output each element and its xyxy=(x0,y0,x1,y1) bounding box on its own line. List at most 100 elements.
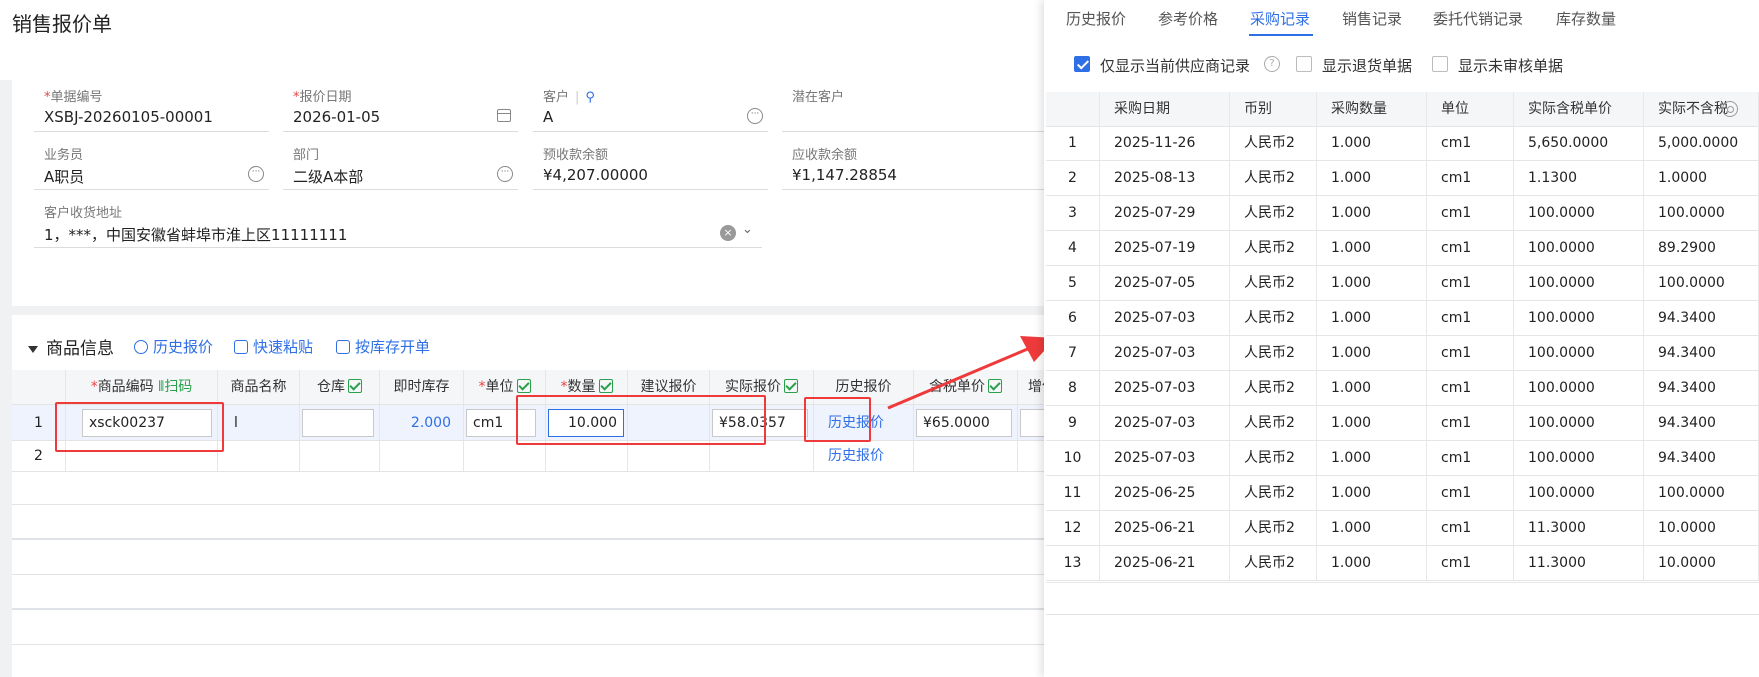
col-actual-tax-price-cell: 11.3000 xyxy=(1514,546,1644,580)
col-purchase-date-cell: 2025-08-13 xyxy=(1100,161,1230,195)
show-unaudited-checkbox[interactable] xyxy=(1432,56,1448,72)
tab-consignment-record[interactable]: 委托代销记录 xyxy=(1433,8,1523,29)
quick-paste-tool-label: 快速粘贴 xyxy=(253,338,314,356)
advance-balance-label: 预收款余额 xyxy=(543,148,609,163)
ellipsis-icon[interactable]: ··· xyxy=(248,166,264,182)
col-unit-cell: cm1 xyxy=(1427,301,1514,335)
potential-customer-label: 潜在客户 xyxy=(792,90,845,105)
table-row[interactable]: 13 2025-06-21 人民币2 1.000 cm1 11.3000 10.0000 xyxy=(1046,546,1759,581)
ellipsis-icon[interactable]: ··· xyxy=(497,166,513,182)
table-row[interactable]: 8 2025-07-03 人民币2 1.000 cm1 100.0000 94.3400 xyxy=(1046,371,1759,406)
divider xyxy=(1046,614,1759,615)
check-icon[interactable] xyxy=(348,379,362,393)
clock-icon xyxy=(134,340,148,354)
table-row[interactable]: 11 2025-06-25 人民币2 1.000 cm1 100.0000 100.0000 xyxy=(1046,476,1759,511)
col-index-cell: 13 xyxy=(1046,546,1100,580)
check-icon[interactable] xyxy=(516,379,531,393)
col-actual-net-price-cell: 94.3400 xyxy=(1644,301,1759,335)
advance-balance-value: ¥4,207.00000 xyxy=(543,166,648,184)
clear-icon[interactable]: × xyxy=(720,225,736,241)
quick-paste-tool[interactable]: 快速粘贴 xyxy=(234,336,313,357)
chevron-down-icon[interactable]: ⌄ xyxy=(742,222,753,237)
col-index-cell: 6 xyxy=(1046,301,1100,335)
col-actual-net-price-cell: 94.3400 xyxy=(1644,371,1759,405)
tab-purchase-record[interactable]: 采购记录 xyxy=(1250,8,1310,29)
table-row[interactable]: 2 2025-08-13 人民币2 1.000 cm1 1.1300 1.0000 xyxy=(1046,161,1759,196)
col-actual-tax-price-cell: 100.0000 xyxy=(1514,406,1644,440)
table-row[interactable]: 12 2025-06-21 人民币2 1.000 cm1 11.3000 10.0000 xyxy=(1046,511,1759,546)
col-unit-cell: cm1 xyxy=(1427,406,1514,440)
col-index-cell: 3 xyxy=(1046,196,1100,230)
history-quote-link[interactable]: 历史报价 xyxy=(814,441,914,471)
col-index-cell: 4 xyxy=(1046,231,1100,265)
table-row[interactable]: 6 2025-07-03 人民币2 1.000 cm1 100.0000 94.3400 xyxy=(1046,301,1759,336)
show-returns-checkbox[interactable] xyxy=(1296,56,1312,72)
salesperson-field[interactable]: 业务员 A职员 ··· xyxy=(34,138,269,190)
col-purchase-qty-cell: 1.000 xyxy=(1317,336,1427,370)
col-purchase-date-cell: 2025-06-21 xyxy=(1100,546,1230,580)
col-index-cell: 8 xyxy=(1046,371,1100,405)
col-qty-label: 数量 xyxy=(567,379,596,395)
col-actual-tax-price-cell: 5,650.0000 xyxy=(1514,126,1644,160)
annotation-box-qty-price xyxy=(516,395,766,445)
check-icon[interactable] xyxy=(598,379,613,393)
table-row[interactable]: 5 2025-07-05 人民币2 1.000 cm1 100.0000 100.0000 xyxy=(1046,266,1759,301)
history-quote-tool[interactable]: 历史报价 xyxy=(134,336,213,357)
doc-no-field[interactable]: *单据编号 XSBJ-20260105-00001 xyxy=(34,80,269,132)
stock-cell: 2.000 xyxy=(380,405,464,440)
col-actual-tax-price-cell: 11.3000 xyxy=(1514,511,1644,545)
current-supplier-checkbox[interactable] xyxy=(1074,56,1090,72)
col-purchase-qty-cell: 1.000 xyxy=(1317,441,1427,475)
col-actual-label: 实际报价 xyxy=(725,379,781,395)
col-purchase-qty-cell: 1.000 xyxy=(1317,231,1427,265)
table-row[interactable]: 9 2025-07-03 人民币2 1.000 cm1 100.0000 94.3400 xyxy=(1046,406,1759,441)
col-currency-cell: 人民币2 xyxy=(1230,371,1317,405)
quote-date-field[interactable]: *报价日期 2026-01-05 xyxy=(283,80,518,132)
col-currency-cell: 人民币2 xyxy=(1230,546,1317,580)
page-title: 销售报价单 xyxy=(12,12,112,36)
customer-link-icon[interactable]: ⚲ xyxy=(585,90,595,105)
tab-stock-quantity[interactable]: 库存数量 xyxy=(1556,8,1616,29)
col-unit-cell: cm1 xyxy=(1427,161,1514,195)
ellipsis-icon[interactable]: ··· xyxy=(747,108,763,124)
department-field[interactable]: 部门 二级A本部 ··· xyxy=(283,138,518,190)
col-actual-net-price-cell: 1.0000 xyxy=(1644,161,1759,195)
table-row[interactable]: 1 2025-11-26 人民币2 1.000 cm1 5,650.0000 5,000.0… xyxy=(1046,126,1759,161)
col-unit-cell: cm1 xyxy=(1427,126,1514,160)
receivable-balance-field: 应收款余额 ¥1,147.28854 xyxy=(782,138,1052,190)
goods-section-header[interactable]: 商品信息 xyxy=(28,334,114,359)
table-row[interactable]: 4 2025-07-19 人民币2 1.000 cm1 100.0000 89.2900 xyxy=(1046,231,1759,266)
settings-icon[interactable] xyxy=(1722,101,1738,117)
col-actual-tax-price-cell: 100.0000 xyxy=(1514,231,1644,265)
col-currency-cell: 人民币2 xyxy=(1230,511,1317,545)
tab-sales-record[interactable]: 销售记录 xyxy=(1342,8,1402,29)
tab-history-quote[interactable]: 历史报价 xyxy=(1066,8,1126,29)
table-row[interactable]: 7 2025-07-03 人民币2 1.000 cm1 100.0000 94.3400 xyxy=(1046,336,1759,371)
potential-customer-field[interactable]: 潜在客户 xyxy=(782,80,1052,132)
col-purchase-qty: 采购数量 xyxy=(1317,92,1427,126)
table-row[interactable]: 3 2025-07-29 人民币2 1.000 cm1 100.0000 100.0000 xyxy=(1046,196,1759,231)
customer-value: A xyxy=(543,108,554,126)
tab-reference-price[interactable]: 参考价格 xyxy=(1158,8,1218,29)
help-icon[interactable]: ? xyxy=(1264,56,1280,72)
col-unit-cell: cm1 xyxy=(1427,266,1514,300)
open-by-stock-tool[interactable]: 按库存开单 xyxy=(336,336,430,357)
col-actual-tax-price-cell: 100.0000 xyxy=(1514,266,1644,300)
col-index-cell: 5 xyxy=(1046,266,1100,300)
purchase-table-header: 采购日期 币别 采购数量 单位 实际含税单价 实际不含税 xyxy=(1046,92,1759,127)
quote-date-value: 2026-01-05 xyxy=(293,108,381,126)
table-row[interactable]: 10 2025-07-03 人民币2 1.000 cm1 100.0000 94.3400 xyxy=(1046,441,1759,476)
col-purchase-date-cell: 2025-06-25 xyxy=(1100,476,1230,510)
calendar-icon[interactable] xyxy=(497,109,511,122)
col-purchase-qty-cell: 1.000 xyxy=(1317,511,1427,545)
col-currency-cell: 人民币2 xyxy=(1230,476,1317,510)
customer-field[interactable]: 客户 | ⚲ A ··· xyxy=(533,80,768,132)
col-currency-cell: 人民币2 xyxy=(1230,161,1317,195)
check-icon[interactable] xyxy=(784,379,798,393)
header-form: *单据编号 XSBJ-20260105-00001 *报价日期 2026-01-… xyxy=(12,80,1057,306)
col-purchase-date-cell: 2025-11-26 xyxy=(1100,126,1230,160)
scan-label[interactable]: 扫码 xyxy=(164,379,192,395)
warehouse-input[interactable] xyxy=(302,409,374,437)
address-field[interactable]: 客户收货地址 1，***，中国安徽省蚌埠市淮上区11111111 × ⌄ xyxy=(34,196,762,248)
col-currency-cell: 人民币2 xyxy=(1230,126,1317,160)
